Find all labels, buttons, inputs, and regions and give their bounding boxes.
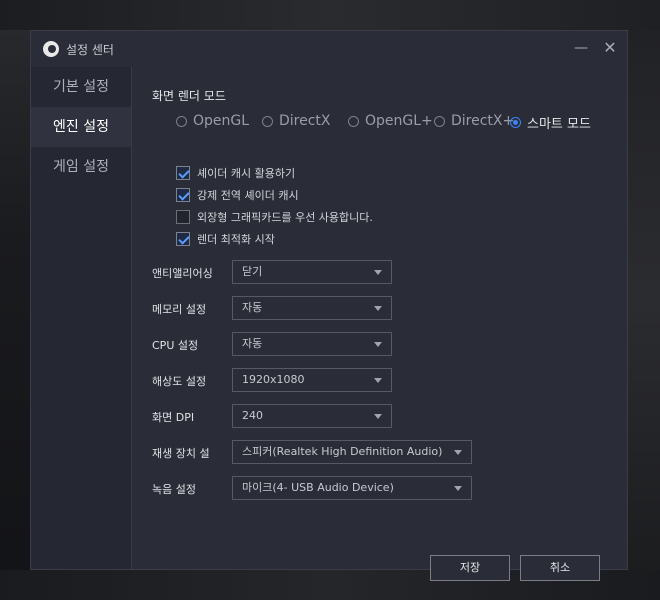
checkbox-box xyxy=(176,232,190,246)
antialiasing-label: 앤티앨리어싱 xyxy=(152,267,213,280)
app-logo-icon xyxy=(43,41,59,57)
select-value: 닫기 xyxy=(242,265,263,278)
dpi-label: 화면 DPI xyxy=(152,411,195,424)
radio-label: DirectX xyxy=(279,113,331,129)
engine-settings-panel: 화면 렌더 모드 OpenGL DirectX OpenGL+ DirectX+… xyxy=(132,67,627,581)
memory-label: 메모리 설정 xyxy=(152,303,207,316)
chevron-down-icon xyxy=(454,486,462,491)
radio-directx[interactable]: DirectX xyxy=(262,113,331,129)
recording-select[interactable]: 마이크(4- USB Audio Device) xyxy=(232,476,472,500)
chevron-down-icon xyxy=(374,306,382,311)
radio-opengl-plus[interactable]: OpenGL+ xyxy=(348,113,433,129)
chevron-down-icon xyxy=(374,378,382,383)
radio-circle xyxy=(348,115,359,127)
render-mode-title: 화면 렌더 모드 xyxy=(152,89,226,103)
background-top xyxy=(0,0,660,30)
checkbox-shader-cache[interactable]: 셰이더 캐시 활용하기 xyxy=(176,165,295,181)
antialiasing-select[interactable]: 닫기 xyxy=(232,260,392,284)
checkbox-box xyxy=(176,188,190,202)
settings-window: 설정 센터 — ✕ 기본 설정 엔진 설정 게임 설정 화면 렌더 모드 Ope… xyxy=(30,30,628,581)
radio-circle xyxy=(510,117,521,128)
sidebar-item-basic[interactable]: 기본 설정 xyxy=(31,67,131,107)
radio-label: 스마트 모드 xyxy=(527,117,591,132)
playback-device-select[interactable]: 스피커(Realtek High Definition Audio) xyxy=(232,440,472,464)
radio-opengl[interactable]: OpenGL xyxy=(176,113,249,129)
select-value: 마이크(4- USB Audio Device) xyxy=(242,481,394,494)
chevron-down-icon xyxy=(374,414,382,419)
minimize-icon[interactable]: — xyxy=(572,39,590,57)
radio-circle xyxy=(262,115,273,127)
checkbox-box xyxy=(176,210,190,224)
background-left xyxy=(0,0,30,600)
radio-circle xyxy=(176,115,187,127)
checkbox-dedicated-gpu[interactable]: 외장형 그래픽카드를 우선 사용합니다. xyxy=(176,209,373,225)
checkbox-box xyxy=(176,166,190,180)
window-title: 설정 센터 xyxy=(66,43,114,57)
resolution-select[interactable]: 1920x1080 xyxy=(232,368,392,392)
sidebar: 기본 설정 엔진 설정 게임 설정 xyxy=(31,67,132,569)
select-value: 스피커(Realtek High Definition Audio) xyxy=(242,445,443,458)
radio-label: DirectX+ xyxy=(451,113,515,129)
checkbox-label: 강제 전역 셰이더 캐시 xyxy=(197,189,299,202)
title-bar[interactable]: 설정 센터 — ✕ xyxy=(31,31,627,67)
dpi-select[interactable]: 240 xyxy=(232,404,392,428)
radio-label: OpenGL+ xyxy=(365,113,433,129)
checkbox-label: 셰이더 캐시 활용하기 xyxy=(197,167,296,180)
select-value: 1920x1080 xyxy=(242,373,305,386)
chevron-down-icon xyxy=(374,270,382,275)
sidebar-item-engine[interactable]: 엔진 설정 xyxy=(31,107,131,147)
memory-select[interactable]: 자동 xyxy=(232,296,392,320)
sidebar-item-game[interactable]: 게임 설정 xyxy=(31,147,131,187)
resolution-label: 해상도 설정 xyxy=(152,375,207,388)
recording-label: 녹음 설정 xyxy=(152,483,196,496)
cpu-label: CPU 설정 xyxy=(152,339,199,352)
chevron-down-icon xyxy=(454,450,462,455)
cancel-button[interactable]: 취소 xyxy=(520,555,600,581)
chevron-down-icon xyxy=(374,342,382,347)
checkbox-render-optimization[interactable]: 렌더 최적화 시작 xyxy=(176,231,275,247)
checkbox-label: 렌더 최적화 시작 xyxy=(197,233,275,246)
radio-circle xyxy=(434,115,445,127)
background-right xyxy=(628,0,660,600)
save-button[interactable]: 저장 xyxy=(430,555,510,581)
select-value: 240 xyxy=(242,409,263,422)
close-icon[interactable]: ✕ xyxy=(601,39,619,57)
radio-label: OpenGL xyxy=(193,113,250,129)
cpu-select[interactable]: 자동 xyxy=(232,332,392,356)
playback-device-label: 재생 장치 설 xyxy=(152,447,210,460)
select-value: 자동 xyxy=(242,337,263,350)
checkbox-label: 외장형 그래픽카드를 우선 사용합니다. xyxy=(197,211,373,224)
radio-directx-plus[interactable]: DirectX+ xyxy=(434,113,514,129)
checkbox-global-shader-cache[interactable]: 강제 전역 셰이더 캐시 xyxy=(176,187,299,203)
radio-smart-mode[interactable]: 스마트 모드 xyxy=(510,113,591,132)
select-value: 자동 xyxy=(242,301,263,314)
